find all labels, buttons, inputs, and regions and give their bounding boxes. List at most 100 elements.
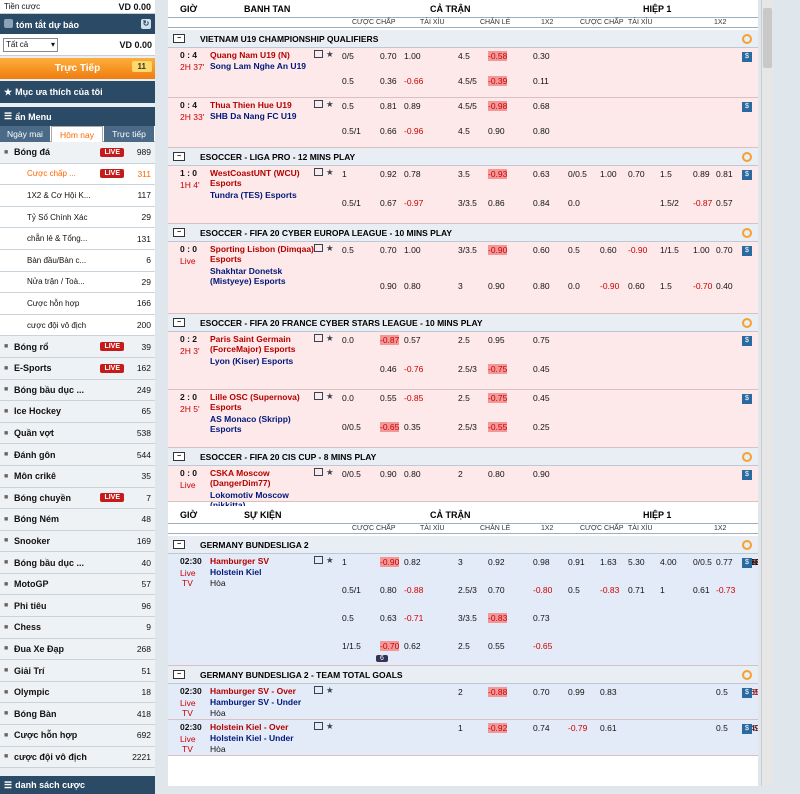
odds-value[interactable]: 4.5 bbox=[458, 51, 470, 61]
sport-item[interactable]: ■ Phi tiêu 96 bbox=[0, 595, 155, 618]
odds-value[interactable]: 0.70 bbox=[716, 245, 733, 255]
favorite-star-icon[interactable]: ★ bbox=[326, 467, 334, 478]
odds-value[interactable]: 0/0.5 bbox=[342, 469, 361, 479]
odds-value[interactable]: 0.5 bbox=[716, 723, 728, 733]
odds-value[interactable]: 2.5 bbox=[458, 641, 470, 651]
odds-value[interactable]: -0.70 bbox=[380, 641, 400, 651]
odds-value[interactable]: -0.70 bbox=[693, 281, 712, 291]
favorite-star-icon[interactable]: ★ bbox=[326, 49, 334, 60]
odds-value[interactable]: 1.5/2 bbox=[660, 198, 679, 208]
sport-item[interactable]: ■ Snooker 169 bbox=[0, 530, 155, 553]
collapse-icon[interactable]: − bbox=[173, 228, 185, 237]
odds-value[interactable]: 0.63 bbox=[533, 169, 550, 179]
home-team[interactable]: Paris Saint Germain (ForceMajor) Esports bbox=[210, 334, 315, 354]
sport-item[interactable]: ■ MotoGP 57 bbox=[0, 573, 155, 596]
stats-icon[interactable] bbox=[314, 722, 323, 730]
odds-value[interactable]: -0.90 bbox=[488, 245, 508, 255]
odds-value[interactable]: -0.75 bbox=[488, 364, 508, 374]
odds-value[interactable]: 0.60 bbox=[600, 245, 617, 255]
stats-icon[interactable] bbox=[314, 392, 323, 400]
odds-value[interactable]: 4.00 bbox=[660, 557, 677, 567]
odds-value[interactable]: 0.63 bbox=[380, 613, 397, 623]
odds-value[interactable]: 0.30 bbox=[533, 51, 550, 61]
odds-value[interactable]: 0.70 bbox=[380, 245, 397, 255]
odds-value[interactable]: 1.5 bbox=[660, 169, 672, 179]
home-team[interactable]: Thua Thien Hue U19 bbox=[210, 100, 315, 110]
odds-value[interactable]: 1.5 bbox=[660, 281, 672, 291]
odds-value[interactable]: 1.00 bbox=[693, 245, 710, 255]
odds-value[interactable]: 0.90 bbox=[488, 126, 505, 136]
away-team[interactable]: AS Monaco (Skripp) Esports bbox=[210, 414, 315, 434]
odds-value[interactable]: -0.88 bbox=[404, 585, 423, 595]
odds-value[interactable]: -0.58 bbox=[488, 51, 508, 61]
odds-value[interactable]: 0.45 bbox=[533, 393, 550, 403]
refresh-icon[interactable] bbox=[742, 33, 752, 44]
odds-value[interactable]: -0.71 bbox=[404, 613, 423, 623]
sport-item[interactable]: ■ Đánh gôn 544 bbox=[0, 444, 155, 466]
odds-value[interactable]: 3/3.5 bbox=[458, 198, 477, 208]
odds-value[interactable]: 4.5/5 bbox=[458, 101, 477, 111]
odds-value[interactable]: 1/1.5 bbox=[660, 245, 679, 255]
odds-value[interactable]: 0.5/1 bbox=[342, 126, 361, 136]
odds-value[interactable]: 0.83 bbox=[600, 687, 617, 697]
bet-slip-icon[interactable]: $ bbox=[742, 394, 752, 404]
refresh-icon[interactable] bbox=[742, 451, 752, 462]
odds-value[interactable]: 0.80 bbox=[404, 469, 421, 479]
sport-item[interactable]: ■ Bóng chuyền LIVE 7 bbox=[0, 487, 155, 510]
refresh-icon[interactable] bbox=[742, 317, 752, 328]
odds-value[interactable]: 0/0.5 bbox=[342, 422, 361, 432]
hide-menu-header[interactable]: ☰ ẩn Menu bbox=[0, 107, 155, 126]
odds-value[interactable]: 0.5 bbox=[342, 613, 354, 623]
odds-value[interactable]: -0.96 bbox=[404, 126, 423, 136]
odds-value[interactable]: -0.85 bbox=[404, 393, 423, 403]
odds-value[interactable]: -0.55 bbox=[488, 422, 508, 432]
league-header[interactable]: − ESOCCER - FIFA 20 FRANCE CYBER STARS LE… bbox=[168, 314, 758, 332]
bet-slip-icon[interactable]: $ bbox=[742, 170, 752, 180]
odds-value[interactable]: 0/0.5 bbox=[568, 169, 587, 179]
league-header[interactable]: − VIETNAM U19 CHAMPIONSHIP QUALIFIERS bbox=[168, 30, 758, 48]
favorite-star-icon[interactable]: ★ bbox=[326, 333, 334, 344]
bet-slip-icon[interactable]: $ bbox=[742, 336, 752, 346]
favorite-star-icon[interactable]: ★ bbox=[326, 555, 334, 566]
odds-value[interactable]: 0.5 bbox=[568, 585, 580, 595]
odds-value[interactable]: 2.5/3 bbox=[458, 422, 477, 432]
stats-icon[interactable] bbox=[314, 100, 323, 108]
sport-item[interactable]: ■ Bóng Bàn 418 bbox=[0, 703, 155, 726]
odds-value[interactable]: 0.5/1 bbox=[342, 585, 361, 595]
odds-value[interactable]: 0.67 bbox=[380, 198, 397, 208]
odds-value[interactable]: 0.70 bbox=[380, 51, 397, 61]
tab-today[interactable]: Hôm nay bbox=[51, 125, 103, 142]
sport-item[interactable]: ■ Giải Trí 51 bbox=[0, 660, 155, 682]
home-team[interactable]: Hamburger SV bbox=[210, 556, 315, 566]
odds-value[interactable]: 0.78 bbox=[404, 169, 421, 179]
odds-value[interactable]: -0.65 bbox=[533, 641, 552, 651]
collapse-icon[interactable]: − bbox=[173, 452, 185, 461]
odds-value[interactable]: 0.70 bbox=[628, 169, 645, 179]
sport-item[interactable]: ■ Bóng rổ LIVE 39 bbox=[0, 336, 155, 358]
away-team[interactable]: Hamburger SV - Under bbox=[210, 697, 315, 707]
bet-slip-icon[interactable]: $ bbox=[742, 246, 752, 256]
odds-value[interactable]: 0.80 bbox=[404, 281, 421, 291]
odds-value[interactable]: -0.73 bbox=[716, 585, 735, 595]
odds-value[interactable]: 0.57 bbox=[404, 335, 421, 345]
odds-value[interactable]: 0.90 bbox=[533, 469, 550, 479]
bet-slip-icon[interactable]: $ bbox=[742, 724, 752, 734]
odds-value[interactable]: 0.5 bbox=[716, 687, 728, 697]
odds-value[interactable]: 1.63 bbox=[600, 557, 617, 567]
odds-value[interactable]: 0.5/1 bbox=[342, 198, 361, 208]
odds-value[interactable]: 0.99 bbox=[568, 687, 585, 697]
league-header[interactable]: − ESOCCER - FIFA 20 CIS CUP - 8 MINS PLAY bbox=[168, 448, 758, 466]
odds-value[interactable]: 1.00 bbox=[404, 51, 421, 61]
away-team[interactable]: Song Lam Nghe An U19 bbox=[210, 61, 315, 71]
odds-value[interactable]: -0.87 bbox=[693, 198, 712, 208]
odds-value[interactable]: 2.5 bbox=[458, 335, 470, 345]
refresh-icon[interactable]: ↻ bbox=[141, 19, 151, 29]
odds-value[interactable]: 0.71 bbox=[628, 585, 645, 595]
odds-value[interactable]: 0.75 bbox=[533, 335, 550, 345]
odds-value[interactable]: 0.0 bbox=[568, 198, 580, 208]
home-team[interactable]: Holstein Kiel - Over bbox=[210, 722, 315, 732]
odds-value[interactable]: 0.62 bbox=[404, 641, 421, 651]
tab-tomorrow[interactable]: Ngày mai bbox=[0, 125, 50, 142]
home-team[interactable]: Quang Nam U19 (N) bbox=[210, 50, 315, 60]
bet-slip-icon[interactable]: $ bbox=[742, 688, 752, 698]
